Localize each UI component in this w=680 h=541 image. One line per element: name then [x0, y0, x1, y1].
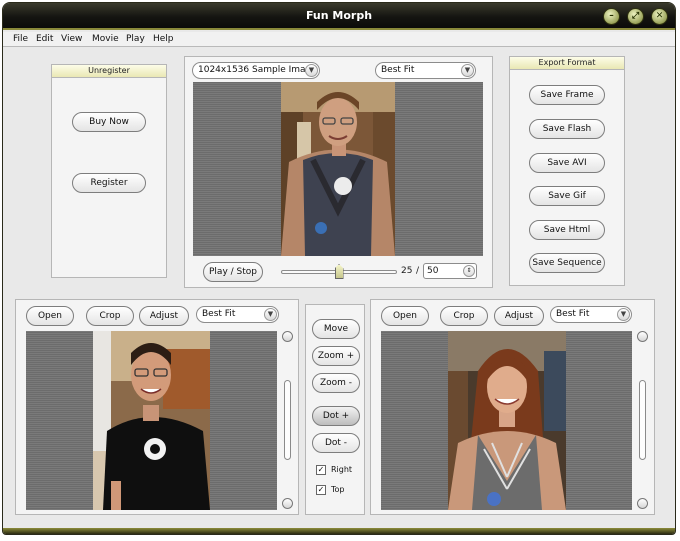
target-image-panel: Open Crop Adjust Best Fit ▼	[370, 299, 655, 515]
sample-image-select[interactable]: 1024x1536 Sample Imag ▼	[192, 62, 320, 79]
chevron-down-icon: ▼	[264, 308, 277, 321]
left-fit-select[interactable]: Best Fit ▼	[196, 306, 279, 323]
dot-add-button[interactable]: Dot +	[312, 406, 360, 426]
chevron-down-icon: ▼	[461, 64, 474, 77]
menu-movie[interactable]: Movie	[92, 34, 119, 44]
morph-preview-canvas[interactable]	[193, 82, 483, 256]
title-bar[interactable]: Fun Morph – ⤢ ✕	[3, 3, 675, 30]
frame-total-spinner[interactable]: 50 ⇕	[423, 263, 477, 279]
menu-help[interactable]: Help	[153, 34, 174, 44]
left-fit-select-value: Best Fit	[202, 309, 236, 319]
minimize-icon[interactable]: –	[603, 8, 620, 25]
left-crop-button[interactable]: Crop	[86, 306, 134, 326]
left-scroll-up[interactable]	[282, 331, 293, 342]
right-fit-select[interactable]: Best Fit ▼	[550, 306, 632, 323]
left-zoom-slider[interactable]	[284, 380, 291, 460]
close-icon[interactable]: ✕	[651, 8, 668, 25]
menu-file[interactable]: File	[13, 34, 28, 44]
buy-now-button[interactable]: Buy Now	[72, 112, 146, 132]
save-gif-button[interactable]: Save Gif	[529, 186, 605, 206]
source-photo-man	[93, 331, 210, 510]
frame-separator: /	[416, 266, 420, 276]
preview-fit-select-value: Best Fit	[381, 65, 415, 75]
top-checkbox-label: Top	[331, 485, 345, 494]
right-open-button[interactable]: Open	[381, 306, 429, 326]
window-title: Fun Morph	[305, 9, 373, 22]
sample-image-select-value: 1024x1536 Sample Imag	[198, 65, 312, 75]
right-crop-button[interactable]: Crop	[440, 306, 488, 326]
save-frame-button[interactable]: Save Frame	[529, 85, 605, 105]
frame-slider-thumb[interactable]	[334, 264, 344, 279]
right-checkbox-label: Right	[331, 465, 353, 474]
menu-play[interactable]: Play	[126, 34, 145, 44]
chevron-down-icon: ▼	[305, 64, 318, 77]
save-flash-button[interactable]: Save Flash	[529, 119, 605, 139]
export-format-panel: Export Format Save Frame Save Flash Save…	[509, 56, 625, 286]
top-checkbox[interactable]: ✓	[316, 485, 326, 495]
zoom-in-button[interactable]: Zoom +	[312, 346, 360, 366]
menu-bar: File Edit View Movie Play Help	[3, 32, 675, 47]
preview-fit-select[interactable]: Best Fit ▼	[375, 62, 476, 79]
right-zoom-slider[interactable]	[639, 380, 646, 460]
right-fit-select-value: Best Fit	[556, 309, 590, 319]
save-html-button[interactable]: Save Html	[529, 220, 605, 240]
target-photo-woman	[448, 331, 566, 510]
move-button[interactable]: Move	[312, 319, 360, 339]
frame-total-value: 50	[427, 266, 439, 276]
zoom-out-button[interactable]: Zoom -	[312, 373, 360, 393]
source-image-canvas[interactable]	[26, 331, 277, 510]
target-image-canvas[interactable]	[381, 331, 632, 510]
morph-preview-panel: 1024x1536 Sample Imag ▼ Best Fit ▼ Play …	[184, 56, 493, 288]
right-checkbox[interactable]: ✓	[316, 465, 326, 475]
unregister-panel: Unregister Buy Now Register	[51, 64, 167, 278]
menu-edit[interactable]: Edit	[36, 34, 53, 44]
window-bottom-frame	[3, 528, 675, 534]
left-scroll-down[interactable]	[282, 498, 293, 509]
right-adjust-button[interactable]: Adjust	[494, 306, 544, 326]
export-panel-title: Export Format	[510, 57, 624, 70]
tools-panel: Move Zoom + Zoom - Dot + Dot - ✓ Right ✓…	[305, 304, 365, 515]
unregister-panel-title: Unregister	[52, 65, 166, 78]
menu-view[interactable]: View	[61, 34, 82, 44]
spinner-arrows-icon[interactable]: ⇕	[463, 265, 475, 277]
check-icon: ✓	[317, 465, 325, 474]
play-stop-button[interactable]: Play / Stop	[203, 262, 263, 282]
app-window: Fun Morph – ⤢ ✕ File Edit View Movie Pla…	[2, 2, 676, 535]
left-adjust-button[interactable]: Adjust	[139, 306, 189, 326]
dot-remove-button[interactable]: Dot -	[312, 433, 360, 453]
frame-current: 25	[401, 266, 413, 276]
register-button[interactable]: Register	[72, 173, 146, 193]
save-avi-button[interactable]: Save AVI	[529, 153, 605, 173]
check-icon: ✓	[317, 485, 325, 494]
maximize-icon[interactable]: ⤢	[627, 8, 644, 25]
left-open-button[interactable]: Open	[26, 306, 74, 326]
save-sequence-button[interactable]: Save Sequence	[529, 253, 605, 273]
chevron-down-icon: ▼	[617, 308, 630, 321]
right-scroll-down[interactable]	[637, 498, 648, 509]
right-scroll-up[interactable]	[637, 331, 648, 342]
morph-frame-image	[281, 82, 395, 256]
source-image-panel: Open Crop Adjust Best Fit ▼	[15, 299, 299, 515]
